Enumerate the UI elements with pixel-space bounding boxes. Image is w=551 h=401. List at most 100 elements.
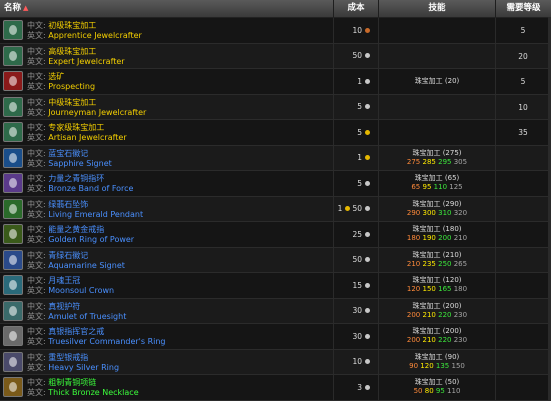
gold-coin-icon bbox=[365, 129, 370, 135]
item-name-en[interactable]: Bronze Band of Force bbox=[48, 184, 133, 193]
rank-value: 290 bbox=[406, 208, 421, 217]
col-name-header[interactable]: 名称 ▲ bbox=[0, 0, 334, 17]
item-name-en[interactable]: Aquamarine Signet bbox=[48, 261, 125, 270]
item-name-cn[interactable]: 重型银戒指 bbox=[48, 353, 88, 362]
name-cell: 中文: 选矿 英文: Prospecting bbox=[0, 69, 334, 94]
item-name-cn[interactable]: 绿翡石坠饰 bbox=[48, 200, 88, 209]
table-row[interactable]: 中文: 真视护符 英文: Amulet of Truesight 30 珠宝加工 (2… bbox=[0, 298, 551, 324]
rank-value: 110 bbox=[433, 183, 448, 191]
item-name-en[interactable]: Sapphire Signet bbox=[48, 159, 112, 168]
item-name-cn[interactable]: 真视护符 bbox=[48, 302, 80, 311]
table-row[interactable]: 中文: 高级珠宝加工 英文: Expert Jewelcrafter 50 20 bbox=[0, 43, 551, 69]
table-row[interactable]: 中文: 中级珠宝加工 英文: Journeyman Jewelcrafter 5 10 bbox=[0, 94, 551, 120]
item-names: 中文: 初级珠宝加工 英文: Apprentice Jewelcrafter bbox=[27, 21, 142, 41]
rank-value: 180 bbox=[453, 285, 468, 293]
skill-ranks: 65 95 110 125 bbox=[379, 183, 495, 192]
table-row[interactable]: 中文: 粗制青铜项链 英文: Thick Bronze Necklace 3 珠宝加工… bbox=[0, 375, 551, 401]
jewelcrafting-icon[interactable] bbox=[3, 96, 23, 117]
skill-requirement: 珠宝加工 (290) bbox=[412, 199, 462, 208]
item-names: 中文: 绿翡石坠饰 英文: Living Emerald Pendant bbox=[27, 200, 143, 220]
table-row[interactable]: 中文: 月魂王冠 英文: Moonsoul Crown 15 珠宝加工 (120) 12… bbox=[0, 273, 551, 299]
amulet-icon[interactable] bbox=[3, 300, 23, 321]
silver-coin-icon bbox=[365, 359, 370, 365]
table-row[interactable]: 中文: 力量之青铜指环 英文: Bronze Band of Force 5 珠宝加工… bbox=[0, 171, 551, 197]
en-label: 英文: bbox=[27, 235, 46, 244]
item-name-cn[interactable]: 月魂王冠 bbox=[48, 276, 80, 285]
item-names: 中文: 力量之青铜指环 英文: Bronze Band of Force bbox=[27, 174, 133, 194]
silver-coin-icon bbox=[365, 78, 370, 84]
col-skill-header[interactable]: 技能 bbox=[379, 0, 496, 17]
cn-label: 中文: bbox=[27, 225, 46, 234]
rank-value: 295 bbox=[438, 157, 452, 166]
item-name-en[interactable]: Moonsoul Crown bbox=[48, 286, 114, 295]
skill-requirement: 珠宝加工 (200) bbox=[412, 301, 462, 310]
cn-label: 中文: bbox=[27, 123, 46, 132]
item-name-cn[interactable]: 真银指挥官之戒 bbox=[48, 327, 104, 336]
prospecting-icon[interactable] bbox=[3, 71, 23, 91]
ring-icon[interactable] bbox=[3, 326, 23, 346]
table-row[interactable]: 中文: 蓝宝石徽记 英文: Sapphire Signet 1 珠宝加工 (275) 2… bbox=[0, 145, 551, 171]
item-name-en[interactable]: Apprentice Jewelcrafter bbox=[48, 31, 142, 40]
level-cell bbox=[496, 247, 551, 272]
silver-coin-icon bbox=[365, 282, 370, 288]
cost-value: 5 bbox=[357, 102, 362, 112]
necklace-icon[interactable] bbox=[3, 377, 23, 397]
item-name-cn[interactable]: 能量之黄金戒指 bbox=[48, 225, 104, 234]
copper-coin-icon bbox=[365, 27, 370, 33]
skill-ranks: 200 210 220 230 bbox=[379, 336, 495, 345]
jewelcrafting-icon[interactable] bbox=[3, 20, 23, 40]
skill-requirement: 珠宝加工 (90) bbox=[414, 352, 460, 361]
rank-value: 125 bbox=[449, 183, 463, 191]
item-name-en[interactable]: Journeyman Jewelcrafter bbox=[48, 108, 146, 117]
item-name-en[interactable]: Living Emerald Pendant bbox=[48, 210, 143, 219]
col-cost-header[interactable]: 成本 bbox=[334, 0, 379, 17]
pendant-icon[interactable] bbox=[3, 198, 23, 219]
item-name-cn[interactable]: 中级珠宝加工 bbox=[48, 98, 96, 107]
item-name-cn[interactable]: 粗制青铜项链 bbox=[48, 378, 96, 387]
rank-value: 265 bbox=[453, 259, 468, 268]
signet-icon[interactable] bbox=[3, 249, 23, 270]
rank-value: 190 bbox=[422, 234, 436, 242]
ring-icon[interactable] bbox=[3, 173, 23, 193]
skill-requirement: 珠宝加工 (120) bbox=[412, 276, 462, 284]
en-label: 英文: bbox=[27, 107, 46, 117]
item-name-en[interactable]: Truesilver Commander's Ring bbox=[48, 337, 165, 346]
rank-value: 65 bbox=[411, 183, 421, 191]
table-row[interactable]: 中文: 绿翡石坠饰 英文: Living Emerald Pendant 1 50 珠宝… bbox=[0, 196, 551, 222]
crown-icon[interactable] bbox=[3, 275, 23, 295]
item-name-en[interactable]: Artisan Jewelcrafter bbox=[48, 133, 126, 142]
signet-icon[interactable] bbox=[3, 147, 23, 168]
cn-label: 中文: bbox=[27, 276, 46, 285]
sort-up-icon: ▲ bbox=[23, 4, 29, 12]
table-row[interactable]: 中文: 专家级珠宝加工 英文: Artisan Jewelcrafter 5 35 bbox=[0, 120, 551, 146]
table-row[interactable]: 中文: 重型银戒指 英文: Heavy Silver Ring 10 珠宝加工 (90… bbox=[0, 349, 551, 375]
table-row[interactable]: 中文: 真银指挥官之戒 英文: Truesilver Commander's Ri… bbox=[0, 324, 551, 350]
item-name-en[interactable]: Heavy Silver Ring bbox=[48, 363, 119, 372]
cost-cell: 5 bbox=[334, 94, 379, 119]
item-name-en[interactable]: Thick Bronze Necklace bbox=[48, 388, 138, 397]
item-name-en[interactable]: Golden Ring of Power bbox=[48, 235, 134, 244]
jewelcrafting-icon[interactable] bbox=[3, 45, 23, 66]
table-row[interactable]: 中文: 能量之黄金戒指 英文: Golden Ring of Power 25 珠宝加… bbox=[0, 222, 551, 248]
jewelcrafting-icon[interactable] bbox=[3, 122, 23, 142]
item-name-en[interactable]: Amulet of Truesight bbox=[48, 312, 126, 321]
cn-label: 中文: bbox=[27, 378, 46, 387]
table-row[interactable]: 中文: 青绿石徽记 英文: Aquamarine Signet 50 珠宝加工 (21… bbox=[0, 247, 551, 273]
item-name-en[interactable]: Prospecting bbox=[48, 82, 95, 91]
en-label: 英文: bbox=[27, 56, 46, 66]
table-row[interactable]: 中文: 选矿 英文: Prospecting 1 珠宝加工 (20) 5 bbox=[0, 69, 551, 95]
table-row[interactable]: 中文: 初级珠宝加工 英文: Apprentice Jewelcrafter 10 5 bbox=[0, 18, 551, 44]
col-level-header[interactable]: 需要等级 bbox=[496, 0, 551, 17]
item-name-cn[interactable]: 初级珠宝加工 bbox=[48, 21, 96, 30]
skill-cell bbox=[379, 43, 496, 68]
item-name-cn[interactable]: 专家级珠宝加工 bbox=[48, 123, 104, 132]
item-name-cn[interactable]: 高级珠宝加工 bbox=[48, 47, 96, 56]
skill-requirement: 珠宝加工 (65) bbox=[414, 174, 460, 182]
item-name-cn[interactable]: 选矿 bbox=[48, 72, 64, 81]
item-name-cn[interactable]: 力量之青铜指环 bbox=[48, 174, 104, 183]
item-name-en[interactable]: Expert Jewelcrafter bbox=[48, 57, 124, 66]
item-name-cn[interactable]: 青绿石徽记 bbox=[48, 251, 88, 260]
item-name-cn[interactable]: 蓝宝石徽记 bbox=[48, 149, 88, 158]
ring-icon[interactable] bbox=[3, 351, 23, 372]
ring-icon[interactable] bbox=[3, 224, 23, 244]
